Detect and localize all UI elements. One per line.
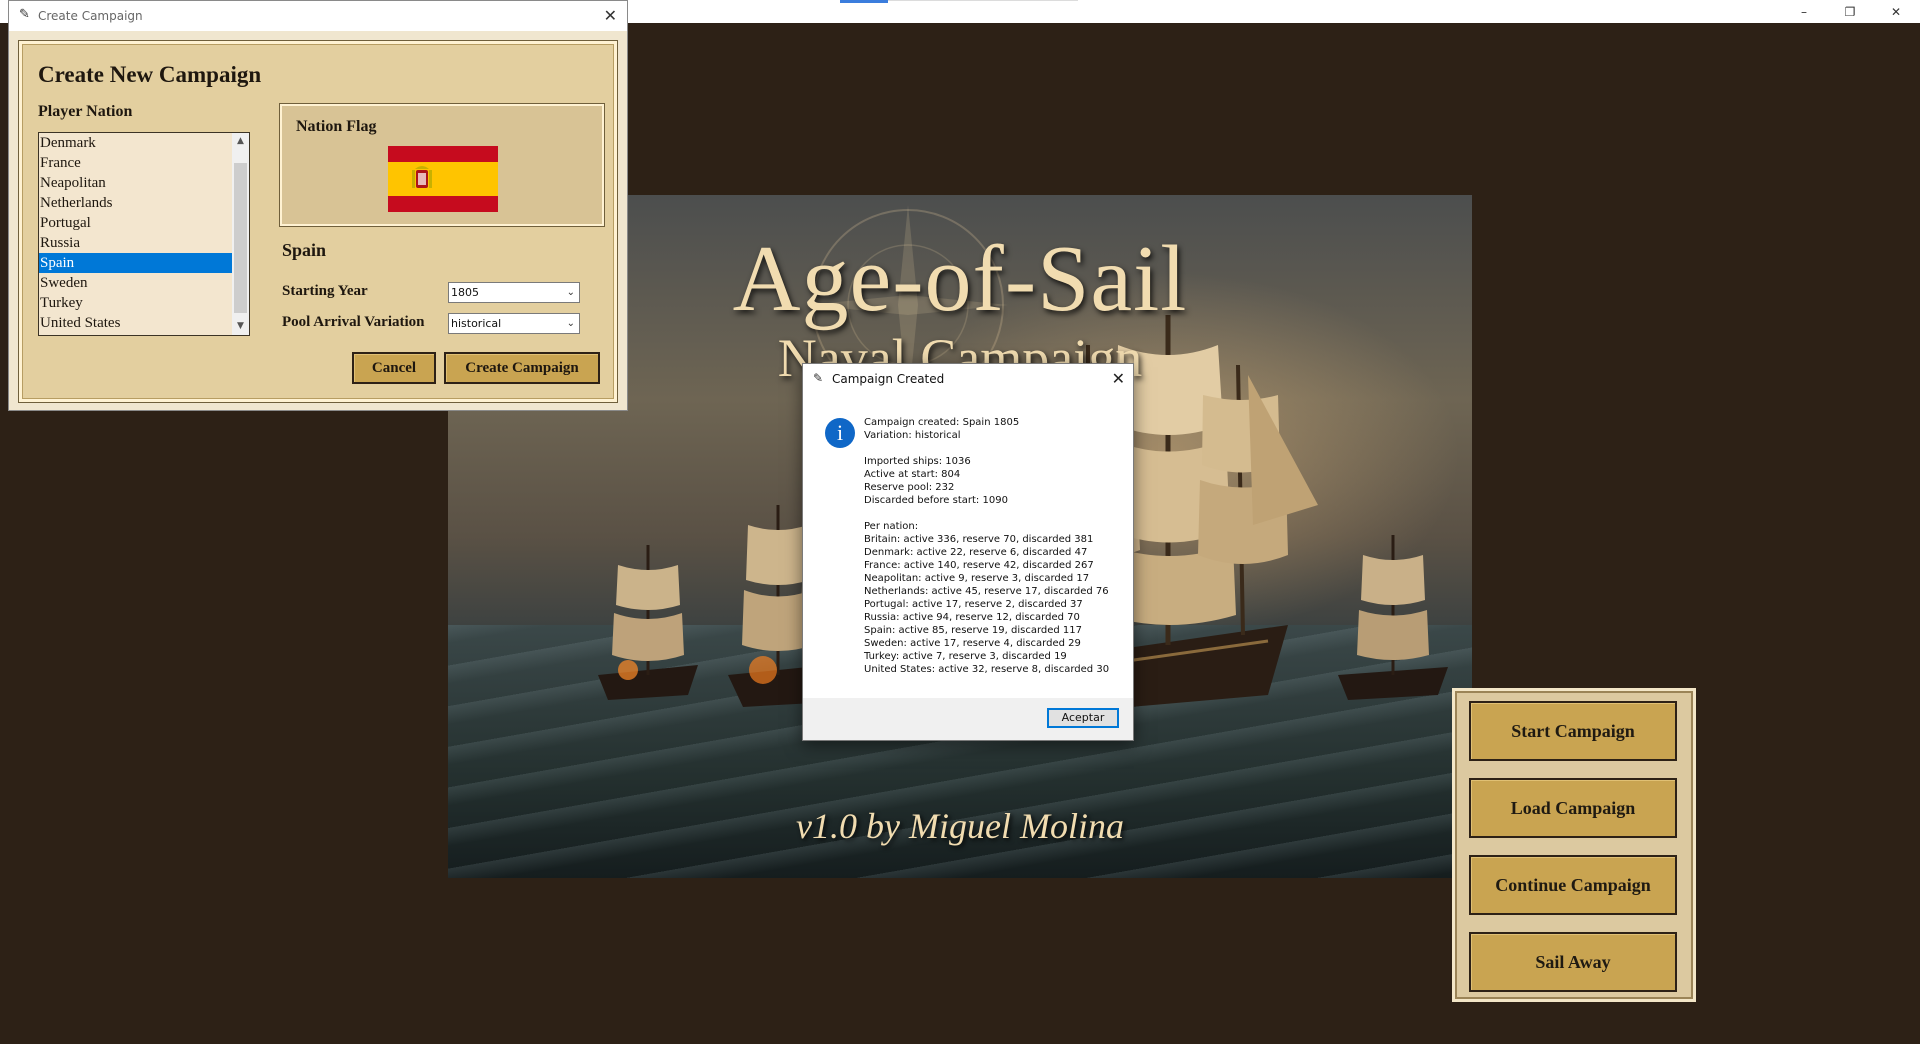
nation-item-portugal[interactable]: Portugal [39,213,232,233]
nation-item-united-states[interactable]: United States [39,313,232,333]
starting-year-label: Starting Year [282,283,368,299]
titlebar-divider [888,0,1078,1]
feather-icon: ✎ [19,7,30,22]
sail-away-button[interactable]: Sail Away [1469,932,1677,992]
nation-item-neapolitan[interactable]: Neapolitan [39,173,232,193]
message-line: Portugal: active 17, reserve 2, discarde… [864,599,1083,610]
scroll-up-icon[interactable]: ▲ [232,133,249,150]
version-credit: v1.0 by Miguel Molina [796,806,1124,846]
close-icon[interactable]: ✕ [604,6,617,25]
message-line: Turkey: active 7, reserve 3, discarded 1… [864,651,1067,662]
message-line [864,507,1129,520]
message-line: Discarded before start: 1090 [864,495,1008,506]
nation-item-denmark[interactable]: Denmark [39,133,232,153]
dialog-heading: Create New Campaign [38,62,262,87]
create-campaign-dialog: ✎ Create Campaign ✕ Create New Campaign … [8,0,628,411]
ship-illustration-right [1338,535,1448,700]
nation-flag-label: Nation Flag [296,118,377,135]
message-line: Russia: active 94, reserve 12, discarded… [864,612,1080,623]
create-dialog-body: Create New Campaign Player Nation Denmar… [19,41,617,402]
message-line: Britain: active 336, reserve 70, discard… [864,534,1094,545]
message-line: Spain: active 85, reserve 19, discarded … [864,625,1083,636]
create-dialog-titlebar: ✎ Create Campaign ✕ [9,1,627,31]
feather-icon: ✎ [813,371,824,385]
main-menu-panel: Start Campaign Load Campaign Continue Ca… [1452,688,1696,1002]
load-campaign-button[interactable]: Load Campaign [1469,778,1677,838]
chevron-down-icon[interactable]: ⌄ [567,314,575,333]
nation-item-france[interactable]: France [39,153,232,173]
pool-variation-label: Pool Arrival Variation [282,314,425,330]
message-line: United States: active 32, reserve 8, dis… [864,664,1110,675]
message-line: Variation: historical [864,430,961,441]
continue-campaign-button[interactable]: Continue Campaign [1469,855,1677,915]
spain-flag-image [388,146,498,212]
messagebox-title: Campaign Created [832,372,945,386]
message-line: Campaign created: Spain 1805 [864,417,1020,428]
taskbar-active-indicator [840,0,888,3]
pool-variation-value: historical [451,317,502,330]
messagebox-titlebar: ✎ Campaign Created ✕ [803,364,1133,394]
close-icon[interactable]: ✕ [1112,369,1125,388]
message-line: Per nation: [864,521,919,532]
player-nation-label: Player Nation [38,103,133,120]
nation-list-scrollbar[interactable]: ▲ ▼ [232,133,249,335]
message-line: Reserve pool: 232 [864,482,955,493]
nation-item-sweden[interactable]: Sweden [39,273,232,293]
message-line: France: active 140, reserve 42, discarde… [864,560,1094,571]
nation-listbox[interactable]: Denmark France Neapolitan Netherlands Po… [38,132,250,336]
create-campaign-button[interactable]: Create Campaign [444,352,600,384]
ship-illustration-left [598,545,698,700]
starting-year-select[interactable]: 1805 ⌄ [448,282,580,303]
nation-item-russia[interactable]: Russia [39,233,232,253]
close-window-button[interactable]: ✕ [1874,0,1918,23]
minimize-button[interactable]: – [1782,0,1826,23]
selected-nation-name: Spain [282,240,327,260]
accept-button[interactable]: Aceptar [1047,708,1119,728]
message-line: Neapolitan: active 9, reserve 3, discard… [864,573,1090,584]
message-text: Campaign created: Spain 1805 Variation: h… [864,416,1129,676]
scrollbar-thumb[interactable] [234,163,247,313]
scroll-down-icon[interactable]: ▼ [232,318,249,335]
nation-item-netherlands[interactable]: Netherlands [39,193,232,213]
message-line: Denmark: active 22, reserve 6, discarded… [864,547,1088,558]
message-line: Imported ships: 1036 [864,456,971,467]
message-line: Netherlands: active 45, reserve 17, disc… [864,586,1109,597]
message-line: Sweden: active 17, reserve 4, discarded … [864,638,1081,649]
message-line: Active at start: 804 [864,469,961,480]
cancel-button[interactable]: Cancel [352,352,436,384]
pool-variation-select[interactable]: historical ⌄ [448,313,580,334]
nation-flag-frame: Nation Flag [280,104,604,226]
starting-year-value: 1805 [451,286,479,299]
info-icon: i [825,418,855,448]
start-campaign-button[interactable]: Start Campaign [1469,701,1677,761]
nation-item-spain[interactable]: Spain [39,253,232,273]
messagebox-footer: Aceptar [803,698,1133,740]
nation-item-turkey[interactable]: Turkey [39,293,232,313]
restore-button[interactable]: ❐ [1828,0,1872,23]
campaign-created-messagebox: ✎ Campaign Created ✕ i Campaign created:… [802,363,1134,741]
chevron-down-icon[interactable]: ⌄ [567,283,575,302]
message-line [864,442,1129,455]
create-dialog-title: Create Campaign [38,9,143,23]
